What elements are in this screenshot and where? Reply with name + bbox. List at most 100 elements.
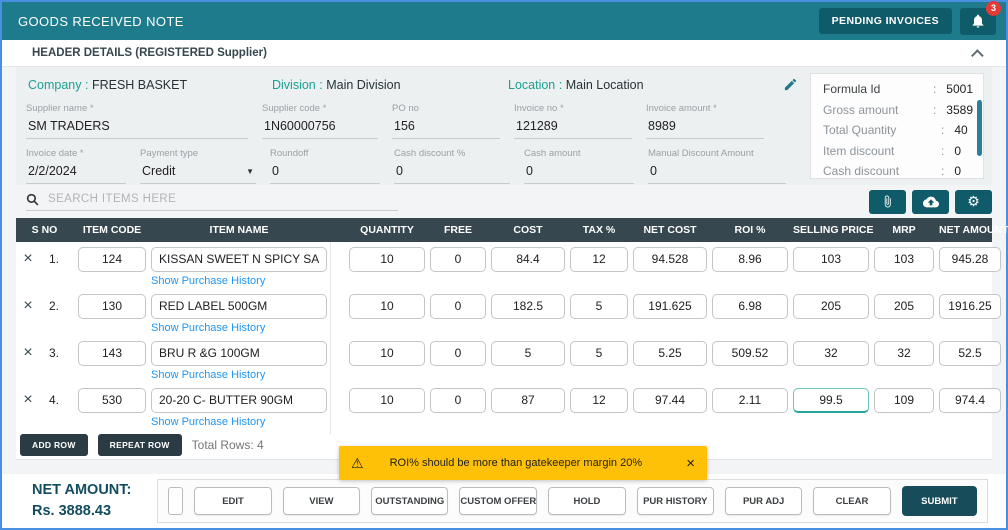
summary-scrollbar[interactable] <box>977 100 982 156</box>
hold-button[interactable]: HOLD <box>548 487 626 515</box>
net-cost-input[interactable] <box>633 387 707 413</box>
cash-amount-field[interactable]: Cash amount 0 <box>524 148 634 184</box>
roundoff-field[interactable]: Roundoff 0 <box>270 148 380 184</box>
net-amount-input[interactable] <box>939 246 1001 272</box>
cost-input[interactable] <box>491 246 565 272</box>
notifications-button[interactable]: 3 <box>960 0 1001 35</box>
show-purchase-history-link[interactable]: Show Purchase History <box>151 275 327 288</box>
roi-input[interactable] <box>712 387 788 413</box>
tax-input[interactable] <box>570 340 628 366</box>
item-code-input[interactable] <box>78 246 146 272</box>
net-cost-input[interactable] <box>633 340 707 366</box>
cost-input[interactable] <box>491 293 565 319</box>
delete-row-icon[interactable]: × <box>16 298 40 314</box>
location-label: Location : <box>508 77 563 92</box>
quantity-input[interactable] <box>349 293 425 319</box>
settings-button[interactable]: ⚙ <box>955 189 992 214</box>
free-input[interactable] <box>430 340 486 366</box>
delete-row-icon[interactable]: × <box>16 251 40 267</box>
attachment-button[interactable] <box>869 189 906 214</box>
free-input[interactable] <box>430 293 486 319</box>
net-cost-input[interactable] <box>633 246 707 272</box>
pur-adj-button[interactable]: PUR ADJ <box>724 487 803 515</box>
warning-message: ROI% should be more than gatekeeper marg… <box>389 457 643 469</box>
add-row-button[interactable]: ADD ROW <box>20 433 88 456</box>
footer-bar: NET AMOUNT: Rs. 3888.43 EDIT VIEW OUTSTA… <box>2 474 1006 528</box>
pur-history-button[interactable]: PUR HISTORY <box>636 487 714 515</box>
custom-offer-button[interactable]: CUSTOM OFFER <box>459 487 538 515</box>
collapse-section-icon[interactable] <box>971 48 984 62</box>
footer-checkbox[interactable] <box>168 487 184 515</box>
roi-input[interactable] <box>712 293 788 319</box>
manual-discount-field[interactable]: Manual Discount Amount 0 <box>648 148 786 184</box>
selling-price-input[interactable] <box>793 387 869 413</box>
tax-input[interactable] <box>570 246 628 272</box>
invoice-date-field[interactable]: Invoice date * 2/2/2024 <box>26 148 126 184</box>
manual-discount-value: 0 <box>648 163 786 184</box>
col-quantity: QUANTITY <box>360 224 414 236</box>
item-name-input[interactable] <box>151 246 327 272</box>
delete-row-icon[interactable]: × <box>16 345 40 361</box>
item-name-input[interactable] <box>151 387 327 413</box>
invoice-amount-field[interactable]: Invoice amount * 8989 <box>646 103 764 139</box>
payment-type-select[interactable]: Payment type Credit ▼ <box>140 148 256 184</box>
view-button[interactable]: VIEW <box>282 487 361 515</box>
cash-discount-pct-field[interactable]: Cash discount % 0 <box>394 148 510 184</box>
cash-discount-pct-label: Cash discount % <box>394 148 466 159</box>
repeat-row-button[interactable]: REPEAT ROW <box>97 433 182 456</box>
mrp-input[interactable] <box>874 246 934 272</box>
net-amount-input[interactable] <box>939 340 1001 366</box>
show-purchase-history-link[interactable]: Show Purchase History <box>151 322 327 335</box>
delete-row-icon[interactable]: × <box>16 392 40 408</box>
selling-price-input[interactable] <box>793 340 869 366</box>
upload-button[interactable] <box>912 189 949 214</box>
summary-value: 0 <box>954 143 962 158</box>
free-input[interactable] <box>430 246 486 272</box>
quantity-input[interactable] <box>349 246 425 272</box>
item-name-input[interactable] <box>151 293 327 319</box>
net-amount-input[interactable] <box>939 293 1001 319</box>
summary-row: Total Quantity:40 <box>823 123 968 137</box>
col-cost: COST <box>513 224 543 236</box>
selling-price-input[interactable] <box>793 246 869 272</box>
free-input[interactable] <box>430 387 486 413</box>
mrp-input[interactable] <box>874 387 934 413</box>
clear-button[interactable]: CLEAR <box>813 487 891 515</box>
invoice-no-field[interactable]: Invoice no * 121289 <box>514 103 632 139</box>
table-row: × 2. Show Purchase History <box>16 293 1001 335</box>
item-code-input[interactable] <box>78 293 146 319</box>
outstanding-button[interactable]: OUTSTANDING <box>371 487 449 515</box>
cash-amount-value: 0 <box>524 163 634 184</box>
search-input[interactable] <box>48 193 398 205</box>
net-cost-input[interactable] <box>633 293 707 319</box>
item-name-input[interactable] <box>151 340 327 366</box>
invoice-date-value: 2/2/2024 <box>26 163 126 184</box>
pending-invoices-button[interactable]: PENDING INVOICES <box>818 8 952 34</box>
cost-input[interactable] <box>491 340 565 366</box>
item-code-input[interactable] <box>78 387 146 413</box>
search-items-box[interactable] <box>26 193 398 211</box>
edit-header-button[interactable] <box>783 77 798 92</box>
net-amount-input[interactable] <box>939 387 1001 413</box>
item-code-input[interactable] <box>78 340 146 366</box>
attachment-icon <box>881 195 894 208</box>
po-no-field[interactable]: PO no 156 <box>392 103 500 139</box>
quantity-input[interactable] <box>349 340 425 366</box>
tax-input[interactable] <box>570 387 628 413</box>
chevron-down-icon: ▼ <box>246 166 254 176</box>
mrp-input[interactable] <box>874 293 934 319</box>
submit-button[interactable]: SUBMIT <box>901 486 978 516</box>
roi-input[interactable] <box>712 340 788 366</box>
roi-input[interactable] <box>712 246 788 272</box>
edit-button[interactable]: EDIT <box>194 487 272 515</box>
supplier-code-field[interactable]: Supplier code * 1N60000756 <box>262 103 378 139</box>
mrp-input[interactable] <box>874 340 934 366</box>
show-purchase-history-link[interactable]: Show Purchase History <box>151 369 327 382</box>
quantity-input[interactable] <box>349 387 425 413</box>
tax-input[interactable] <box>570 293 628 319</box>
close-icon[interactable]: × <box>686 455 695 472</box>
supplier-name-field[interactable]: Supplier name * SM TRADERS <box>26 103 248 139</box>
cost-input[interactable] <box>491 387 565 413</box>
show-purchase-history-link[interactable]: Show Purchase History <box>151 416 327 429</box>
selling-price-input[interactable] <box>793 293 869 319</box>
